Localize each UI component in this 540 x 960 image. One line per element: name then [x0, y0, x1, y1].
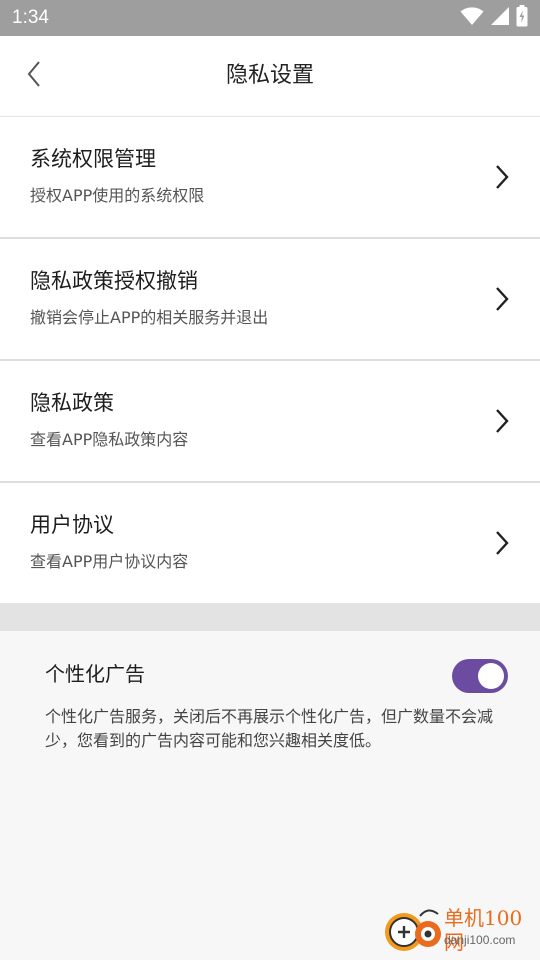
chevron-right-icon [494, 407, 510, 435]
signal-icon [490, 6, 510, 30]
menu-item-revoke-privacy-authorization[interactable]: 隐私政策授权撤销 撤销会停止APP的相关服务并退出 [0, 239, 540, 361]
wifi-icon [460, 6, 484, 30]
page-title: 隐私设置 [225, 63, 314, 88]
menu-item-system-permissions[interactable]: 系统权限管理 授权APP使用的系统权限 [0, 117, 540, 239]
menu-item-description: 撤销会停止APP的相关服务并退出 [30, 308, 269, 327]
menu-item-title: 系统权限管理 [30, 147, 156, 171]
watermark-domain: danji100.com [444, 933, 516, 947]
menu-item-user-agreement[interactable]: 用户协议 查看APP用户协议内容 [0, 483, 540, 605]
status-bar: 1:34 [0, 0, 540, 36]
menu-item-title: 隐私政策授权撤销 [30, 269, 198, 293]
status-icons [460, 5, 528, 31]
personalized-ads-toggle[interactable] [452, 659, 508, 693]
menu-item-privacy-policy[interactable]: 隐私政策 查看APP隐私政策内容 [0, 361, 540, 483]
toggle-knob [478, 663, 504, 689]
section-divider [0, 603, 540, 631]
header: 隐私设置 [0, 36, 540, 117]
menu-list: 系统权限管理 授权APP使用的系统权限 隐私政策授权撤销 撤销会停止APP的相关… [0, 117, 540, 605]
status-time: 1:34 [12, 7, 49, 28]
personalized-ads-title: 个性化广告 [45, 662, 145, 686]
menu-item-description: 授权APP使用的系统权限 [30, 186, 205, 205]
chevron-right-icon [494, 285, 510, 313]
chevron-right-icon [494, 163, 510, 191]
watermark-logo: 单机100网 danji100.com [384, 902, 534, 956]
menu-item-title: 隐私政策 [30, 391, 114, 415]
menu-item-description: 查看APP隐私政策内容 [30, 430, 189, 449]
chevron-right-icon [494, 529, 510, 557]
watermark-mascot-icon [385, 909, 441, 951]
menu-item-title: 用户协议 [30, 513, 114, 537]
battery-charging-icon [516, 5, 528, 31]
menu-item-description: 查看APP用户协议内容 [30, 552, 189, 571]
personalized-ads-description: 个性化广告服务，关闭后不再展示个性化广告，但广数量不会减少，您看到的广告内容可能… [45, 707, 494, 750]
